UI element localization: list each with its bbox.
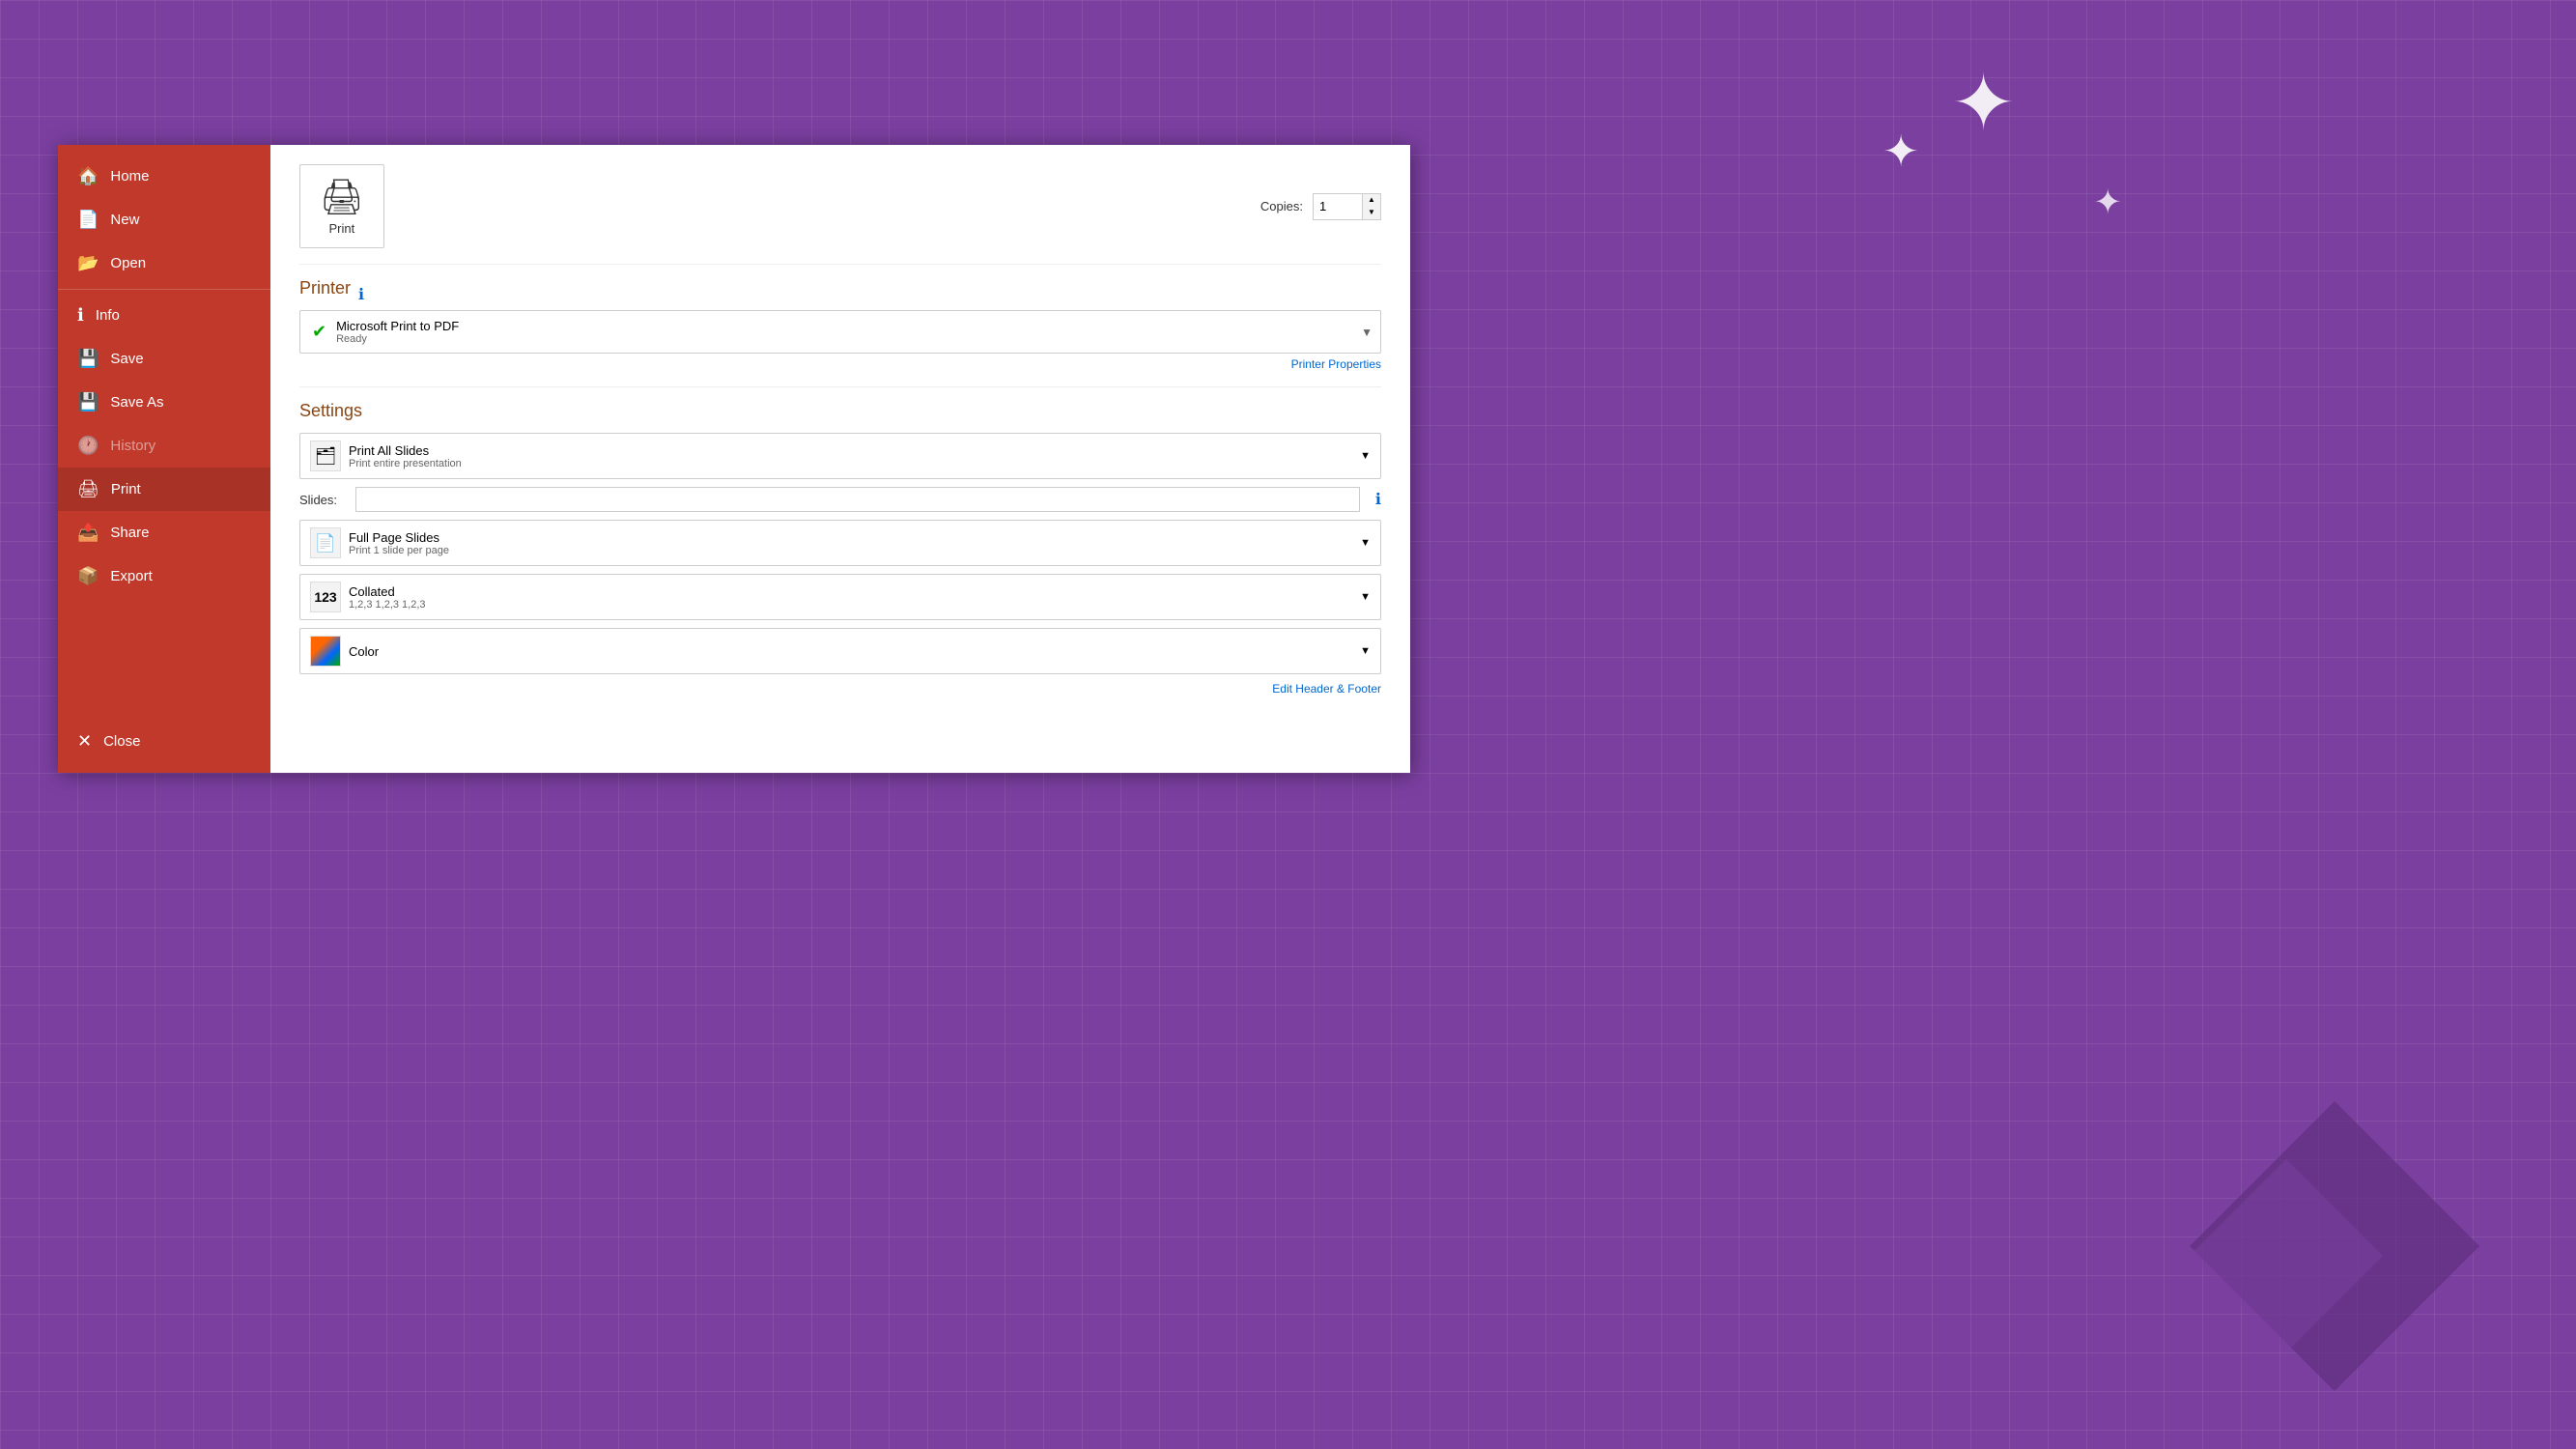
copies-spinner: ▲ ▼ [1362, 194, 1380, 219]
new-icon: 📄 [77, 210, 99, 230]
file-menu: 🏠 Home 📄 New 📂 Open ℹ Info 💾 Save 💾 Save… [58, 145, 1410, 773]
nav-save-as[interactable]: 💾 Save As [58, 381, 270, 424]
print-all-slides-dropdown[interactable]: 🗂 Print All Slides Print entire presenta… [299, 433, 1381, 479]
full-page-slides-icon: 📄 [310, 527, 341, 558]
collated-text: Collated 1,2,3 1,2,3 1,2,3 [349, 584, 426, 611]
slides-input-row: Slides: ℹ [299, 487, 1381, 512]
color-dd-text: Color [349, 644, 379, 659]
printer-check-icon: ✔ [312, 322, 326, 342]
star-decoration-small: ✦ [1882, 126, 1919, 177]
nav-share-label: Share [110, 525, 149, 541]
copies-down-btn[interactable]: ▼ [1363, 207, 1380, 219]
slides-label: Slides: [299, 493, 348, 507]
full-page-slides-text: Full Page Slides Print 1 slide per page [349, 530, 449, 556]
print-all-slides-text: Print All Slides Print entire presentati… [349, 443, 462, 469]
printer-status: Ready [336, 333, 1369, 345]
export-icon: 📦 [77, 566, 99, 586]
share-icon: 📤 [77, 523, 99, 543]
nav-export[interactable]: 📦 Export [58, 554, 270, 598]
print-all-slides-arrow: ▼ [1360, 450, 1371, 462]
print-button-label: Print [328, 221, 354, 236]
nav-open[interactable]: 📂 Open [58, 242, 270, 285]
print-all-slides-icon: 🗂 [310, 440, 341, 471]
color-dd-icon [310, 636, 341, 667]
color-dd-main: Color [349, 644, 379, 659]
full-page-slides-arrow: ▼ [1360, 537, 1371, 549]
print-all-slides-sub: Print entire presentation [349, 458, 462, 469]
copies-section: Copies: ▲ ▼ [1260, 193, 1381, 220]
nav-home-label: Home [110, 168, 149, 185]
printer-dropdown-arrow[interactable]: ▼ [1361, 326, 1373, 339]
print-button[interactable]: 🖨 Print [299, 164, 384, 248]
file-nav: 🏠 Home 📄 New 📂 Open ℹ Info 💾 Save 💾 Save… [58, 145, 270, 773]
nav-new[interactable]: 📄 New [58, 198, 270, 242]
printer-info: Microsoft Print to PDF Ready [336, 319, 1369, 345]
color-dropdown[interactable]: Color ▼ [299, 628, 1381, 674]
printer-title-row: Printer ℹ [299, 278, 1381, 310]
printer-name: Microsoft Print to PDF [336, 319, 1369, 333]
print-area: 🖨 Print Copies: ▲ ▼ Printer ℹ [270, 145, 1410, 773]
slides-input[interactable] [355, 487, 1360, 512]
open-icon: 📂 [77, 253, 99, 273]
info-icon: ℹ [77, 305, 84, 326]
print-header: 🖨 Print Copies: ▲ ▼ [299, 164, 1381, 248]
nav-close-label: Close [103, 733, 140, 750]
nav-print-label: Print [111, 481, 141, 497]
nav-open-label: Open [110, 255, 146, 271]
printer-section: Printer ℹ ✔ Microsoft Print to PDF Ready… [299, 264, 1381, 371]
settings-section-title: Settings [299, 401, 1381, 421]
star-decoration-large: ✦ [1951, 58, 2016, 148]
nav-home[interactable]: 🏠 Home [58, 155, 270, 198]
nav-info-label: Info [96, 307, 120, 324]
nav-history[interactable]: 🕐 History [58, 424, 270, 468]
color-dd-arrow: ▼ [1360, 645, 1371, 657]
nav-save-as-label: Save As [110, 394, 163, 411]
nav-history-label: History [110, 438, 156, 454]
full-page-slides-main: Full Page Slides [349, 530, 449, 545]
edit-header-footer-link[interactable]: Edit Header & Footer [299, 682, 1381, 696]
printer-box[interactable]: ✔ Microsoft Print to PDF Ready ▼ [299, 310, 1381, 354]
nav-share[interactable]: 📤 Share [58, 511, 270, 554]
nav-print[interactable]: 🖨 Print [58, 468, 270, 511]
star-decoration-tiny: ✦ [2094, 184, 2122, 222]
collated-icon: 123 [310, 582, 341, 612]
print-icon: 🖨 [77, 479, 99, 499]
slides-info-icon[interactable]: ℹ [1375, 490, 1381, 509]
collated-dropdown[interactable]: 123 Collated 1,2,3 1,2,3 1,2,3 ▼ [299, 574, 1381, 620]
print-all-slides-main: Print All Slides [349, 443, 462, 458]
collated-main: Collated [349, 584, 426, 599]
printer-section-title: Printer [299, 278, 351, 298]
printer-info-icon[interactable]: ℹ [358, 285, 364, 304]
history-icon: 🕐 [77, 436, 99, 456]
nav-export-label: Export [110, 568, 152, 584]
collated-sub: 1,2,3 1,2,3 1,2,3 [349, 599, 426, 611]
collated-arrow: ▼ [1360, 591, 1371, 603]
settings-section: Settings 🗂 Print All Slides Print entire… [299, 386, 1381, 696]
copies-label: Copies: [1260, 199, 1303, 213]
nav-save-label: Save [110, 351, 143, 367]
home-icon: 🏠 [77, 166, 99, 186]
full-page-slides-sub: Print 1 slide per page [349, 545, 449, 556]
copies-up-btn[interactable]: ▲ [1363, 194, 1380, 207]
nav-info[interactable]: ℹ Info [58, 294, 270, 337]
save-icon: 💾 [77, 349, 99, 369]
close-icon: ✕ [77, 731, 92, 752]
save-as-icon: 💾 [77, 392, 99, 412]
nav-new-label: New [110, 212, 139, 228]
printer-properties-link[interactable]: Printer Properties [299, 357, 1381, 371]
copies-input-box: ▲ ▼ [1313, 193, 1381, 220]
copies-input[interactable] [1314, 194, 1362, 219]
full-page-slides-dropdown[interactable]: 📄 Full Page Slides Print 1 slide per pag… [299, 520, 1381, 566]
nav-close[interactable]: ✕ Close [58, 720, 270, 763]
nav-save[interactable]: 💾 Save [58, 337, 270, 381]
print-button-icon: 🖨 [320, 177, 364, 217]
